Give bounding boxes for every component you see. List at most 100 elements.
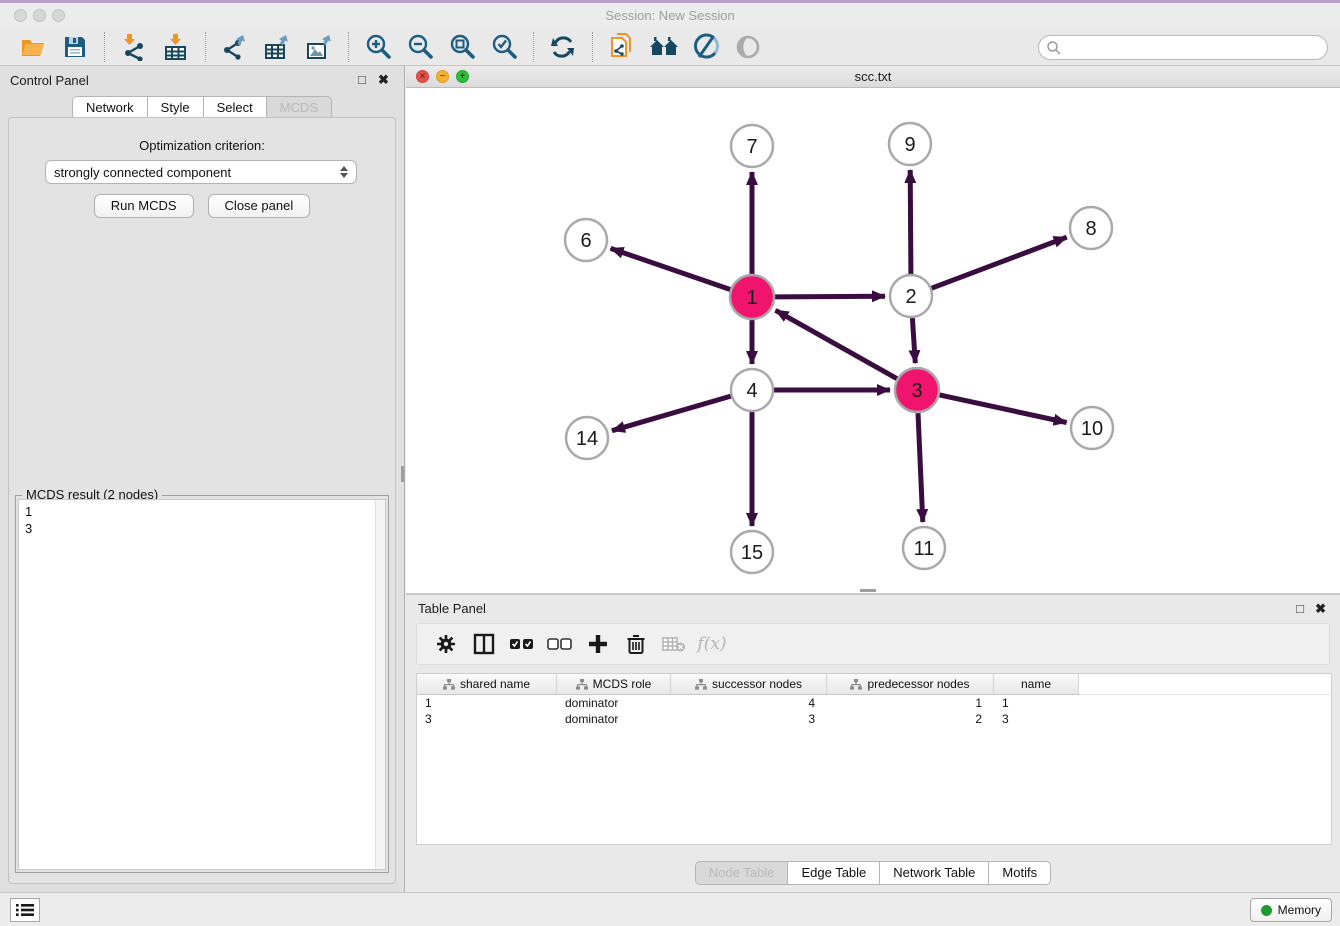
selected-option-label: strongly connected component <box>54 165 231 180</box>
split-panel-icon[interactable] <box>469 629 499 659</box>
save-session-icon[interactable] <box>60 32 90 62</box>
table-float-icon[interactable]: □ <box>1296 601 1304 616</box>
delete-table-icon <box>659 629 689 659</box>
cell-shared-name[interactable]: 1 <box>417 695 557 711</box>
column-type-icon <box>695 679 707 690</box>
memory-status-icon <box>1261 905 1272 916</box>
graph-edge-2-3[interactable] <box>912 318 915 363</box>
cell-successor-nodes[interactable]: 3 <box>671 711 827 727</box>
divider-handle-horizontal[interactable] <box>860 589 876 592</box>
result-scrollbar[interactable] <box>375 500 385 869</box>
toolbar-separator <box>104 32 105 62</box>
table-tab-edge-table[interactable]: Edge Table <box>787 861 880 885</box>
network-window-titlebar[interactable]: × − + scc.txt <box>406 66 1340 88</box>
column-header-successor-nodes[interactable]: successor nodes <box>671 674 827 695</box>
graph-edge-3-1[interactable] <box>776 310 898 378</box>
control-panel: Control Panel □ ✖ NetworkStyleSelectMCDS… <box>0 66 405 892</box>
import-network-icon[interactable] <box>119 32 149 62</box>
eye-icon[interactable] <box>733 32 763 62</box>
column-header-filler <box>1079 674 1331 695</box>
export-table-icon[interactable] <box>262 32 292 62</box>
search-input[interactable] <box>1062 38 1327 58</box>
export-network-icon[interactable] <box>220 32 250 62</box>
network-window-title: scc.txt <box>406 69 1340 84</box>
toggle-graphics-icon[interactable] <box>691 32 721 62</box>
toolbar-separator <box>592 32 593 62</box>
column-header-label: successor nodes <box>712 677 802 691</box>
column-header-predecessor-nodes[interactable]: predecessor nodes <box>827 674 994 695</box>
graph-node-label: 14 <box>576 428 598 450</box>
memory-button[interactable]: Memory <box>1250 898 1332 922</box>
column-type-icon <box>850 679 862 690</box>
graph-edge-1-6[interactable] <box>611 248 731 289</box>
graph-edge-3-10[interactable] <box>940 395 1067 423</box>
graph-node-label: 8 <box>1085 218 1096 240</box>
mcds-result-area[interactable]: 1 3 <box>18 499 386 870</box>
optimization-criterion-select[interactable]: strongly connected component <box>45 160 357 184</box>
graph-edge-3-11[interactable] <box>918 413 923 522</box>
column-header-name[interactable]: name <box>994 674 1079 695</box>
graph-node-label: 11 <box>914 538 935 560</box>
table-tab-network-table[interactable]: Network Table <box>879 861 989 885</box>
table-panel: Table Panel □ ✖ f(x) shared nameMCDS rol… <box>406 595 1340 892</box>
graph-node-label: 10 <box>1081 418 1103 440</box>
cell-mcds-role[interactable]: dominator <box>557 695 671 711</box>
zoom-out-icon[interactable] <box>405 32 435 62</box>
network-view-window: × − + scc.txt 7968124314101511 <box>406 66 1340 593</box>
divider-handle-vertical[interactable] <box>401 466 404 482</box>
clone-network-icon[interactable] <box>607 32 637 62</box>
column-header-shared-name[interactable]: shared name <box>417 674 557 695</box>
zoom-fit-icon[interactable] <box>447 32 477 62</box>
table-close-icon[interactable]: ✖ <box>1315 601 1326 617</box>
graph-node-label: 1 <box>746 287 757 309</box>
graph-edge-1-2[interactable] <box>775 296 885 297</box>
graph-edge-2-8[interactable] <box>932 237 1067 288</box>
cell-predecessor-nodes[interactable]: 2 <box>827 711 994 727</box>
deselect-all-icon[interactable] <box>545 629 575 659</box>
zoom-selected-icon[interactable] <box>489 32 519 62</box>
close-panel-button[interactable]: Close panel <box>208 194 311 218</box>
run-mcds-button[interactable]: Run MCDS <box>94 194 194 218</box>
open-file-icon[interactable] <box>18 32 48 62</box>
graph-edge-2-9[interactable] <box>910 170 911 274</box>
table-tab-motifs[interactable]: Motifs <box>988 861 1051 885</box>
cell-mcds-role[interactable]: dominator <box>557 711 671 727</box>
node-table: shared nameMCDS role successor nodes prede… <box>416 673 1332 845</box>
select-all-icon[interactable] <box>507 629 537 659</box>
toolbar-separator <box>533 32 534 62</box>
main-toolbar <box>0 28 1340 66</box>
export-image-icon[interactable] <box>304 32 334 62</box>
home-icon[interactable] <box>649 32 679 62</box>
table-header-row: shared nameMCDS role successor nodes prede… <box>417 674 1331 695</box>
cell-successor-nodes[interactable]: 4 <box>671 695 827 711</box>
cell-name[interactable]: 1 <box>994 695 1079 711</box>
column-header-label: name <box>1021 677 1051 691</box>
graph-edge-4-14[interactable] <box>612 396 731 431</box>
cell-name[interactable]: 3 <box>994 711 1079 727</box>
add-column-icon[interactable] <box>583 629 613 659</box>
graph-node-label: 7 <box>746 136 757 158</box>
column-header-label: predecessor nodes <box>867 677 969 691</box>
network-canvas[interactable]: 7968124314101511 <box>406 88 1340 593</box>
zoom-in-icon[interactable] <box>363 32 393 62</box>
table-tab-node-table[interactable]: Node Table <box>695 861 789 885</box>
memory-label: Memory <box>1278 903 1321 917</box>
table-settings-gear-icon[interactable] <box>431 629 461 659</box>
refresh-icon[interactable] <box>548 32 578 62</box>
task-history-button[interactable] <box>10 898 40 922</box>
column-type-icon <box>443 679 455 690</box>
float-panel-icon[interactable]: □ <box>358 72 366 87</box>
import-table-icon[interactable] <box>161 32 191 62</box>
mcds-result-group: MCDS result (2 nodes) 1 3 <box>15 495 389 873</box>
search-icon <box>1046 40 1062 56</box>
mcds-buttons-row: Run MCDS Close panel <box>9 194 395 218</box>
cell-shared-name[interactable]: 3 <box>417 711 557 727</box>
close-panel-icon[interactable]: ✖ <box>378 72 389 88</box>
delete-icon[interactable] <box>621 629 651 659</box>
column-header-mcds-role[interactable]: MCDS role <box>557 674 671 695</box>
cell-predecessor-nodes[interactable]: 1 <box>827 695 994 711</box>
table-row[interactable]: 3dominator323 <box>417 711 1331 727</box>
toolbar-separator <box>348 32 349 62</box>
search-box <box>1038 35 1328 60</box>
table-row[interactable]: 1dominator411 <box>417 695 1331 711</box>
